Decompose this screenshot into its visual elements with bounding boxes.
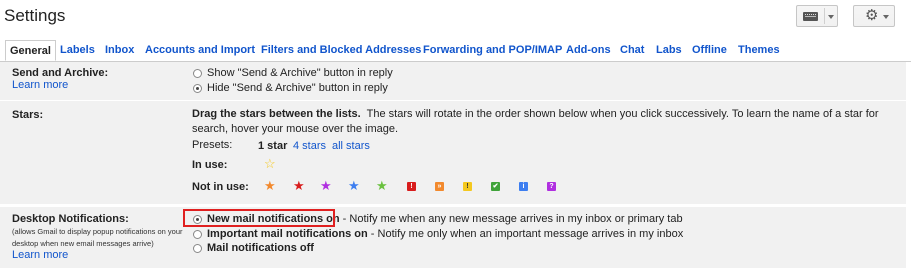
- important-mail-notifications-option[interactable]: Important mail notifications on - Notify…: [193, 228, 683, 240]
- yellow-bang-icon[interactable]: !: [463, 182, 472, 191]
- mail-notifications-off-option[interactable]: Mail notifications off: [193, 242, 314, 254]
- desktop-notifications-section: Desktop Notifications: (allows Gmail to …: [0, 207, 906, 269]
- mail-notifications-off-label: Mail notifications off: [207, 242, 314, 254]
- keyboard-icon: [803, 12, 818, 21]
- purple-star-icon[interactable]: ★: [320, 179, 332, 192]
- tab-labs[interactable]: Labs: [656, 44, 682, 56]
- orange-star-icon[interactable]: ★: [264, 179, 276, 192]
- tab-labels[interactable]: Labels: [60, 44, 95, 56]
- desktop-learn-more-link[interactable]: Learn more: [12, 249, 68, 261]
- tab-accounts-and-import[interactable]: Accounts and Import: [145, 44, 255, 56]
- presets-label: Presets:: [192, 139, 233, 151]
- chevron-down-icon[interactable]: [828, 15, 834, 19]
- show-send-archive-radio[interactable]: [193, 69, 202, 78]
- tab-themes[interactable]: Themes: [738, 44, 780, 56]
- important-mail-notifications-label: Important mail notifications on: [207, 228, 368, 240]
- stars-section: Stars: Drag the stars between the lists.…: [0, 101, 906, 205]
- show-send-archive-label: Show "Send & Archive" button in reply: [207, 67, 393, 79]
- blue-star-icon[interactable]: ★: [348, 179, 360, 192]
- tab-inbox[interactable]: Inbox: [105, 44, 134, 56]
- yellow-star-icon[interactable]: ☆: [264, 157, 276, 170]
- chevron-down-icon: [883, 15, 889, 19]
- tab-chat[interactable]: Chat: [620, 44, 644, 56]
- tab-filters-and-blocked-addresses[interactable]: Filters and Blocked Addresses: [261, 44, 421, 56]
- stars-instructions: Drag the stars between the lists. The st…: [192, 107, 902, 137]
- tab-offline[interactable]: Offline: [692, 44, 727, 56]
- send-archive-section: Send and Archive: Learn more Show "Send …: [0, 62, 906, 101]
- input-tools-button[interactable]: [796, 5, 838, 27]
- desktop-notifications-label: Desktop Notifications:: [12, 213, 129, 225]
- preset-all-stars[interactable]: all stars: [332, 140, 370, 152]
- green-check-icon[interactable]: ✔: [491, 182, 500, 191]
- purple-question-icon[interactable]: ?: [547, 182, 556, 191]
- not-in-use-label: Not in use:: [192, 181, 249, 193]
- settings-tabs: General Labels Inbox Accounts and Import…: [0, 39, 911, 62]
- red-star-icon[interactable]: ★: [293, 179, 305, 192]
- important-mail-notifications-radio[interactable]: [193, 230, 202, 239]
- desktop-notifications-note: (allows Gmail to display popup notificat…: [12, 227, 183, 248]
- tab-general[interactable]: General: [5, 40, 56, 61]
- mail-notifications-off-radio[interactable]: [193, 244, 202, 253]
- settings-gear-button[interactable]: ⚙: [853, 5, 895, 27]
- send-archive-label: Send and Archive:: [12, 67, 109, 79]
- orange-guillemet-icon[interactable]: »: [435, 182, 444, 191]
- important-mail-notifications-desc: - Notify me only when an important messa…: [367, 228, 684, 240]
- button-divider: [824, 8, 825, 24]
- highlight-box: [183, 209, 335, 227]
- page-title: Settings: [4, 6, 66, 25]
- in-use-label: In use:: [192, 159, 228, 171]
- stars-instruction-bold: Drag the stars between the lists.: [192, 108, 361, 120]
- hide-send-archive-option[interactable]: Hide "Send & Archive" button in reply: [193, 82, 388, 94]
- blue-info-icon[interactable]: i: [519, 182, 528, 191]
- show-send-archive-option[interactable]: Show "Send & Archive" button in reply: [193, 67, 393, 79]
- new-mail-notifications-desc: - Notify me when any new message arrives…: [339, 213, 683, 225]
- tab-forwarding-and-pop-imap[interactable]: Forwarding and POP/IMAP: [423, 44, 562, 56]
- red-bang-icon[interactable]: !: [407, 182, 416, 191]
- send-archive-learn-more-link[interactable]: Learn more: [12, 79, 68, 91]
- green-star-icon[interactable]: ★: [376, 179, 388, 192]
- preset-4-stars[interactable]: 4 stars: [293, 140, 326, 152]
- gear-icon: ⚙: [865, 7, 879, 24]
- hide-send-archive-radio[interactable]: [193, 84, 202, 93]
- tab-add-ons[interactable]: Add-ons: [566, 44, 611, 56]
- hide-send-archive-label: Hide "Send & Archive" button in reply: [207, 82, 388, 94]
- preset-1-star[interactable]: 1 star: [258, 140, 287, 152]
- stars-label: Stars:: [12, 109, 44, 121]
